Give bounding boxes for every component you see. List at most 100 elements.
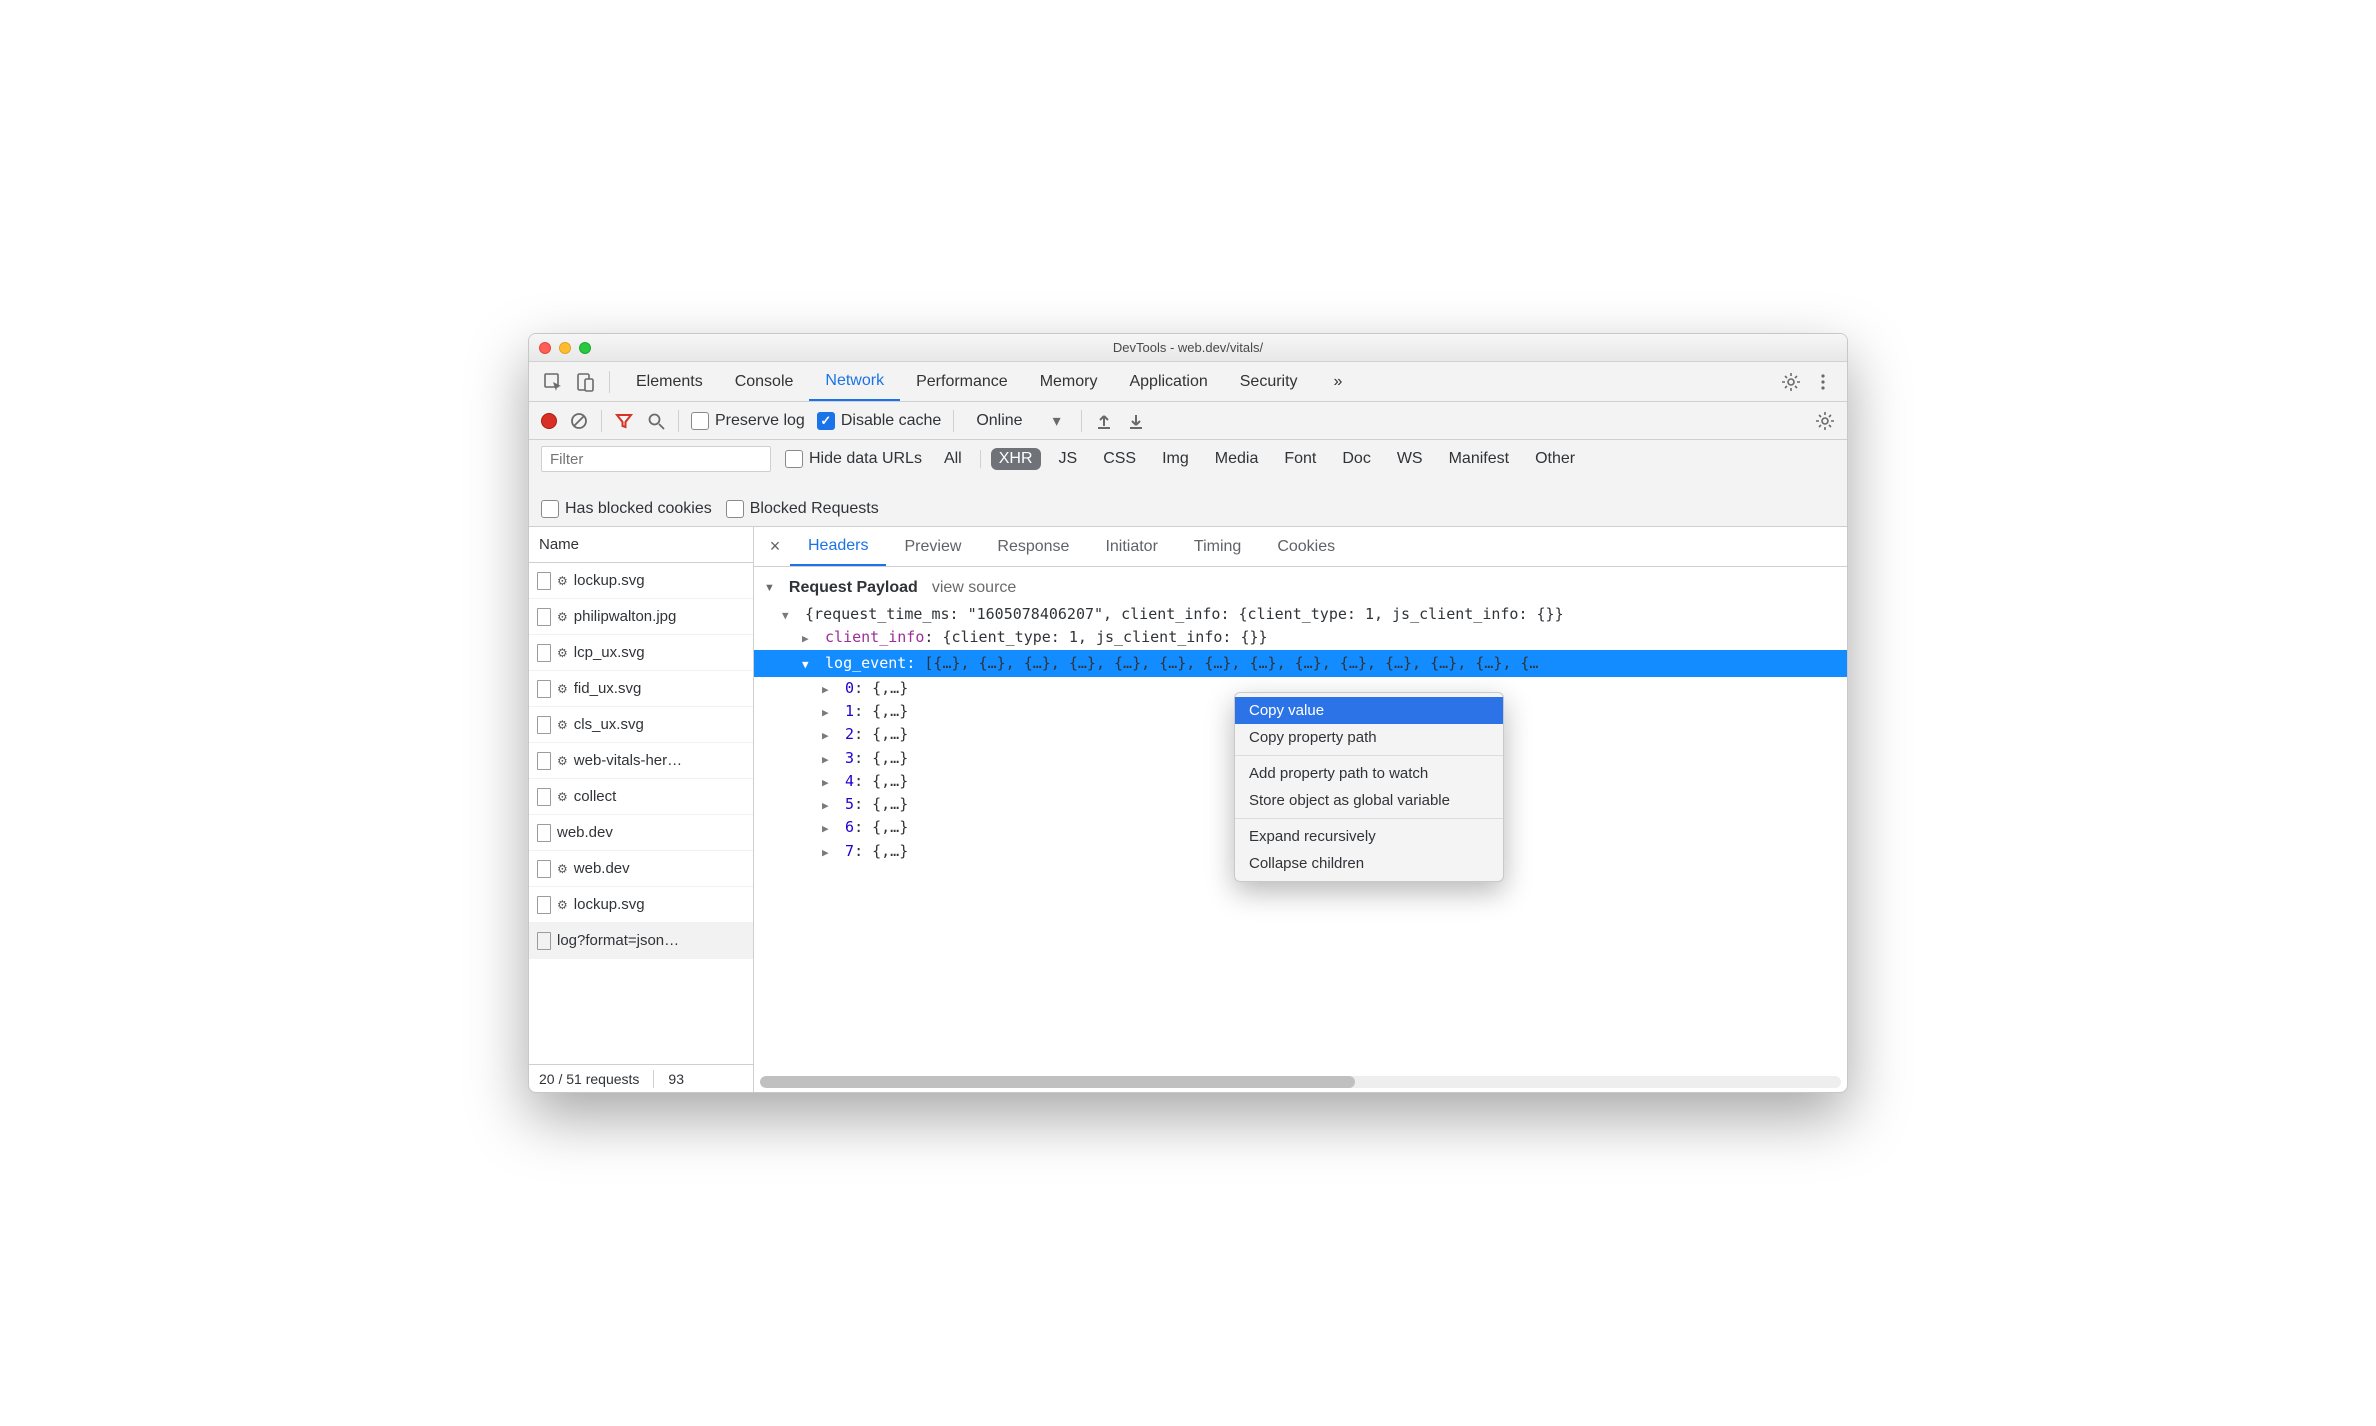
request-row[interactable]: ⚙ lockup.svg [529,563,753,599]
triangle-down-icon: ▼ [782,607,796,624]
subtab-headers[interactable]: Headers [790,527,886,566]
tab-application[interactable]: Application [1113,362,1223,401]
tree-index: 2 [845,725,854,743]
subtab-response[interactable]: Response [979,527,1087,566]
request-row[interactable]: ⚙web-vitals-her… [529,743,753,779]
tab-elements[interactable]: Elements [620,362,719,401]
blocked-requests-label: Blocked Requests [750,500,879,518]
tree-root-line: {request_time_ms: "1605078406207", clien… [805,605,1564,623]
tree-value: {,…} [872,749,908,767]
subtab-initiator[interactable]: Initiator [1087,527,1175,566]
scrollbar-thumb[interactable] [760,1076,1355,1088]
request-row[interactable]: web.dev [529,815,753,851]
blocked-requests-checkbox[interactable]: Blocked Requests [726,500,879,518]
request-list-footer: 20 / 51 requests 93 [529,1064,753,1092]
clear-icon[interactable] [569,411,589,431]
menu-item[interactable]: Add property path to watch [1235,760,1503,787]
tabs-overflow[interactable]: » [1318,362,1359,401]
filter-type-font[interactable]: Font [1276,448,1324,470]
request-name: lcp_ux.svg [574,644,645,661]
tab-performance[interactable]: Performance [900,362,1024,401]
disable-cache-checkbox[interactable]: ✓ Disable cache [817,412,942,430]
divider [980,450,981,468]
payload-section-header[interactable]: ▼ Request Payload view source [754,573,1847,603]
gear-icon[interactable] [1777,368,1805,396]
record-button[interactable] [541,413,557,429]
file-icon [537,608,551,626]
has-blocked-cookies-checkbox[interactable]: Has blocked cookies [541,500,712,518]
tab-network[interactable]: Network [809,362,900,401]
close-detail-button[interactable]: × [760,536,790,557]
tree-row-selected[interactable]: ▼ log_event: [{…}, {…}, {…}, {…}, {…}, {… [754,650,1847,677]
has-blocked-cookies-label: Has blocked cookies [565,500,712,518]
download-har-icon[interactable] [1126,411,1146,431]
filter-input[interactable] [541,446,771,472]
horizontal-scrollbar[interactable] [760,1076,1841,1088]
filter-type-all[interactable]: All [936,448,970,470]
hide-data-urls-checkbox[interactable]: Hide data URLs [785,450,922,468]
tree-row[interactable]: ▶ client_info: {client_type: 1, js_clien… [768,626,1833,649]
menu-item[interactable]: Store object as global variable [1235,787,1503,814]
request-row[interactable]: ⚙lockup.svg [529,887,753,923]
filter-type-css[interactable]: CSS [1095,448,1144,470]
tree-value: {,…} [872,725,908,743]
search-icon[interactable] [646,411,666,431]
tree-key: log_event [825,654,906,672]
filter-type-media[interactable]: Media [1207,448,1267,470]
kebab-menu-icon[interactable] [1809,368,1837,396]
preserve-log-checkbox[interactable]: Preserve log [691,412,805,430]
triangle-right-icon: ▶ [822,797,836,814]
subtab-timing[interactable]: Timing [1176,527,1259,566]
tree-value: [{…}, {…}, {…}, {…}, {…}, {…}, {…}, {…},… [924,654,1538,672]
menu-item[interactable]: Copy value [1235,697,1503,724]
triangle-down-icon: ▼ [802,656,816,673]
tab-memory[interactable]: Memory [1024,362,1114,401]
tab-console[interactable]: Console [719,362,810,401]
view-source-link[interactable]: view source [932,579,1016,597]
request-name: philipwalton.jpg [574,608,677,625]
triangle-right-icon: ▶ [822,844,836,861]
menu-item[interactable]: Expand recursively [1235,823,1503,850]
tree-value: {,…} [872,679,908,697]
request-row[interactable]: ⚙web.dev [529,851,753,887]
request-row[interactable]: log?format=json… [529,923,753,959]
context-menu: Copy valueCopy property path Add property… [1234,692,1504,882]
filter-type-manifest[interactable]: Manifest [1441,448,1517,470]
name-column-header[interactable]: Name [529,527,753,563]
request-name: lockup.svg [574,572,645,589]
checkbox-icon [691,412,709,430]
request-row[interactable]: ⚙fid_ux.svg [529,671,753,707]
upload-har-icon[interactable] [1094,411,1114,431]
tab-security[interactable]: Security [1224,362,1314,401]
request-row[interactable]: ⚙lcp_ux.svg [529,635,753,671]
gear-badge-icon: ⚙ [557,862,568,876]
filter-type-ws[interactable]: WS [1389,448,1431,470]
tree-value: {,…} [872,795,908,813]
menu-item[interactable]: Copy property path [1235,724,1503,751]
gear-badge-icon: ⚙ [557,574,568,588]
inspect-icon[interactable] [539,368,567,396]
subtab-preview[interactable]: Preview [886,527,979,566]
tree-value: {client_type: 1, js_client_info: {}} [942,628,1267,646]
throttle-select[interactable]: Online ▾ [966,408,1068,434]
triangle-right-icon: ▶ [822,727,836,744]
tree-row[interactable]: ▼ {request_time_ms: "1605078406207", cli… [768,603,1833,626]
filter-type-other[interactable]: Other [1527,448,1583,470]
filter-type-js[interactable]: JS [1051,448,1086,470]
gear-badge-icon: ⚙ [557,682,568,696]
device-toggle-icon[interactable] [571,368,599,396]
chevron-down-icon: ▾ [1053,411,1061,431]
filter-type-doc[interactable]: Doc [1334,448,1378,470]
tree-index: 1 [845,702,854,720]
network-settings-gear-icon[interactable] [1815,411,1835,431]
request-row[interactable]: ⚙cls_ux.svg [529,707,753,743]
request-row[interactable]: ⚙philipwalton.jpg [529,599,753,635]
filter-type-img[interactable]: Img [1154,448,1197,470]
menu-item[interactable]: Collapse children [1235,850,1503,877]
filter-icon[interactable] [614,411,634,431]
subtab-cookies[interactable]: Cookies [1259,527,1353,566]
filter-type-xhr[interactable]: XHR [991,448,1041,470]
checkbox-icon [726,500,744,518]
request-row[interactable]: ⚙collect [529,779,753,815]
devtools-window: DevTools - web.dev/vitals/ ElementsConso… [528,333,1848,1093]
